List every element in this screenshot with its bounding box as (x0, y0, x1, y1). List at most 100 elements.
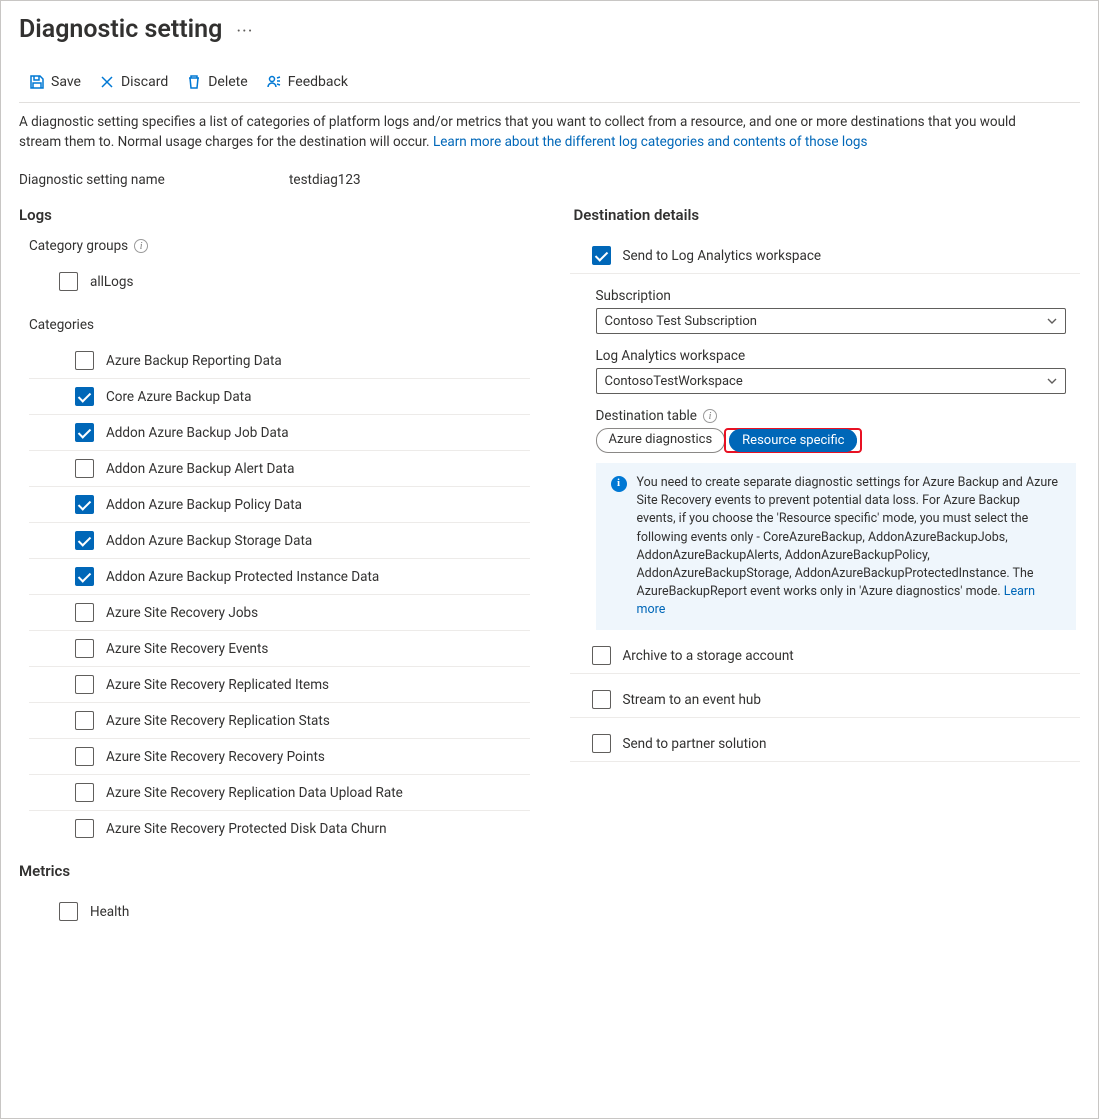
delete-button[interactable]: Delete (182, 70, 251, 94)
info-text: You need to create separate diagnostic s… (637, 475, 1058, 599)
highlight-box: Resource specific (724, 428, 862, 453)
log-category-checkbox[interactable] (75, 531, 94, 550)
stream-eventhub-label: Stream to an event hub (623, 692, 761, 708)
diagnostic-setting-page: Diagnostic setting ··· Save Discard Dele… (0, 0, 1099, 1119)
log-category-row: Azure Site Recovery Replicated Items (29, 667, 530, 703)
feedback-icon (266, 74, 282, 90)
delete-icon (186, 74, 202, 90)
log-category-label: Addon Azure Backup Job Data (106, 425, 289, 441)
chevron-down-icon (1047, 316, 1057, 326)
log-category-row: Addon Azure Backup Storage Data (29, 523, 530, 559)
log-category-row: Azure Site Recovery Jobs (29, 595, 530, 631)
more-menu-icon[interactable]: ··· (236, 27, 253, 37)
log-category-row: Azure Site Recovery Recovery Points (29, 739, 530, 775)
log-category-checkbox[interactable] (75, 351, 94, 370)
metric-checkbox[interactable] (59, 902, 78, 921)
log-category-label: Azure Site Recovery Protected Disk Data … (106, 821, 387, 837)
category-group-row: allLogs (29, 264, 530, 299)
pill-resource-specific[interactable]: Resource specific (729, 429, 857, 452)
archive-storage-label: Archive to a storage account (623, 648, 794, 664)
log-category-label: Azure Backup Reporting Data (106, 353, 282, 369)
log-category-checkbox[interactable] (75, 387, 94, 406)
setting-name-label: Diagnostic setting name (19, 172, 289, 188)
log-category-row: Addon Azure Backup Job Data (29, 415, 530, 451)
description-text: A diagnostic setting specifies a list of… (19, 113, 1019, 152)
log-category-row: Azure Site Recovery Protected Disk Data … (29, 811, 530, 846)
toolbar-divider (19, 102, 1080, 103)
log-category-label: Azure Site Recovery Replication Data Upl… (106, 785, 403, 801)
feedback-button[interactable]: Feedback (262, 70, 352, 94)
metrics-heading: Metrics (19, 862, 530, 880)
description-learn-more-link[interactable]: Learn more about the different log categ… (433, 134, 868, 150)
save-button[interactable]: Save (25, 70, 85, 94)
pill-azure-diagnostics[interactable]: Azure diagnostics (596, 428, 726, 453)
setting-name-value[interactable]: testdiag123 (289, 172, 361, 188)
log-category-label: Azure Site Recovery Replication Stats (106, 713, 330, 729)
stream-eventhub-checkbox[interactable] (592, 690, 611, 709)
metric-label: Health (90, 904, 129, 920)
chevron-down-icon (1047, 376, 1057, 386)
archive-storage-checkbox[interactable] (592, 646, 611, 665)
log-category-label: Addon Azure Backup Alert Data (106, 461, 294, 477)
log-category-checkbox[interactable] (75, 675, 94, 694)
subscription-select[interactable]: Contoso Test Subscription (596, 308, 1066, 334)
workspace-select[interactable]: ContosoTestWorkspace (596, 368, 1066, 394)
page-title: Diagnostic setting (19, 15, 222, 44)
command-toolbar: Save Discard Delete Feedback (19, 70, 1080, 94)
category-group-checkbox[interactable] (59, 272, 78, 291)
category-group-label: allLogs (90, 274, 133, 290)
info-box: i You need to create separate diagnostic… (596, 463, 1076, 630)
save-icon (29, 74, 45, 90)
categories-label: Categories (29, 317, 530, 333)
info-icon[interactable]: i (703, 409, 717, 423)
destination-column: Destination details Send to Log Analytic… (570, 206, 1081, 929)
delete-label: Delete (208, 74, 247, 90)
discard-icon (99, 74, 115, 90)
log-category-row: Core Azure Backup Data (29, 379, 530, 415)
save-label: Save (51, 74, 81, 90)
discard-label: Discard (121, 74, 168, 90)
workspace-value: ContosoTestWorkspace (605, 374, 743, 389)
dest-table-label: Destination table i (596, 408, 1081, 424)
log-category-checkbox[interactable] (75, 459, 94, 478)
send-log-analytics-checkbox[interactable] (592, 246, 611, 265)
workspace-label: Log Analytics workspace (596, 348, 1081, 364)
subscription-value: Contoso Test Subscription (605, 314, 757, 329)
log-category-checkbox[interactable] (75, 819, 94, 838)
info-icon[interactable]: i (134, 239, 148, 253)
log-category-row: Azure Backup Reporting Data (29, 343, 530, 379)
info-icon: i (611, 476, 627, 492)
log-category-label: Azure Site Recovery Events (106, 641, 268, 657)
log-category-row: Azure Site Recovery Replication Data Upl… (29, 775, 530, 811)
log-category-checkbox[interactable] (75, 639, 94, 658)
log-category-row: Azure Site Recovery Events (29, 631, 530, 667)
log-category-row: Azure Site Recovery Replication Stats (29, 703, 530, 739)
partner-label: Send to partner solution (623, 736, 767, 752)
log-category-row: Addon Azure Backup Alert Data (29, 451, 530, 487)
log-category-label: Core Azure Backup Data (106, 389, 251, 405)
log-category-label: Azure Site Recovery Replicated Items (106, 677, 329, 693)
subscription-label: Subscription (596, 288, 1081, 304)
partner-checkbox[interactable] (592, 734, 611, 753)
feedback-label: Feedback (288, 74, 348, 90)
log-category-checkbox[interactable] (75, 747, 94, 766)
log-category-checkbox[interactable] (75, 711, 94, 730)
log-category-label: Azure Site Recovery Jobs (106, 605, 258, 621)
logs-column: Logs Category groups i allLogs Categorie… (19, 206, 530, 929)
discard-button[interactable]: Discard (95, 70, 172, 94)
log-category-label: Addon Azure Backup Policy Data (106, 497, 302, 513)
log-category-label: Azure Site Recovery Recovery Points (106, 749, 325, 765)
log-category-checkbox[interactable] (75, 423, 94, 442)
log-category-label: Addon Azure Backup Storage Data (106, 533, 312, 549)
category-groups-label: Category groups i (29, 238, 530, 254)
log-category-checkbox[interactable] (75, 495, 94, 514)
log-category-checkbox[interactable] (75, 567, 94, 586)
destination-heading: Destination details (574, 206, 1081, 224)
metric-row: Health (29, 894, 530, 929)
log-category-checkbox[interactable] (75, 783, 94, 802)
log-category-checkbox[interactable] (75, 603, 94, 622)
log-category-row: Addon Azure Backup Policy Data (29, 487, 530, 523)
send-log-analytics-label: Send to Log Analytics workspace (623, 248, 822, 264)
logs-heading: Logs (19, 206, 530, 224)
log-category-label: Addon Azure Backup Protected Instance Da… (106, 569, 379, 585)
